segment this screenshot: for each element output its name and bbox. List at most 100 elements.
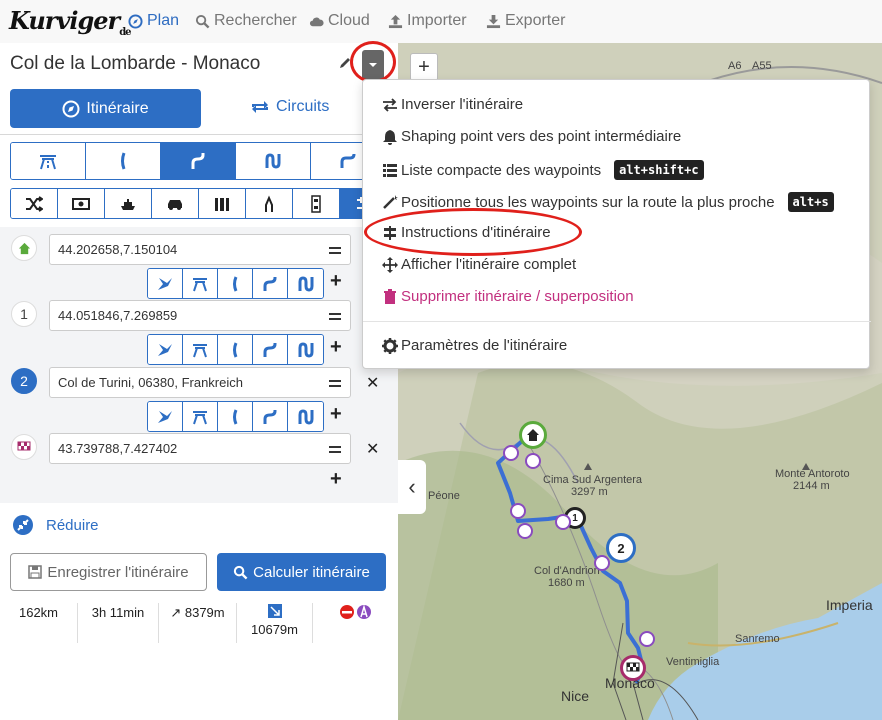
add-waypoint-button[interactable]: + — [330, 403, 342, 426]
menu-delete-route[interactable]: Supprimer itinéraire / superposition — [382, 288, 634, 305]
ferry-icon — [121, 198, 135, 210]
tab-divider — [0, 134, 398, 135]
segment-shaping[interactable] — [148, 402, 183, 431]
road-fork-icon — [265, 194, 273, 212]
curviness-level-2[interactable] — [161, 143, 236, 179]
segment-curviness-selector — [147, 401, 324, 432]
waypoint-number-icon: 2 — [11, 368, 37, 394]
map-label-andrion: Col d'Andrion — [534, 565, 600, 577]
drag-handle-icon[interactable] — [329, 446, 341, 453]
segment-curve-2[interactable] — [253, 335, 288, 364]
swap-arrows-icon — [383, 97, 397, 112]
compass-icon — [62, 100, 80, 117]
avoid-shuffle[interactable] — [11, 189, 58, 218]
map-label-imperia: Imperia — [826, 597, 873, 613]
waypoint-input[interactable]: Col de Turini, 06380, Frankreich — [49, 367, 351, 398]
menu-route-settings[interactable]: Paramètres de l'itinéraire — [382, 337, 567, 354]
home-icon — [527, 429, 539, 441]
stat-warnings — [313, 603, 398, 643]
destination-waypoint-icon — [11, 434, 37, 460]
search-icon — [195, 14, 210, 28]
save-route-button[interactable]: Enregistrer l'itinéraire — [10, 553, 207, 591]
waypoint-marker-2[interactable]: 2 — [606, 533, 636, 563]
drag-handle-icon[interactable] — [329, 247, 341, 254]
avoid-unpaved[interactable] — [246, 189, 293, 218]
curviness-fastest[interactable] — [11, 143, 86, 179]
zoom-in-button[interactable]: + — [410, 53, 438, 81]
waypoint-input[interactable]: 43.739788,7.427402 — [49, 433, 351, 464]
bird-icon — [158, 277, 172, 290]
menu-show-full-route[interactable]: Afficher l'itinéraire complet — [382, 256, 576, 273]
tab-circuits[interactable]: Circuits — [250, 98, 329, 116]
app-logo[interactable]: Kurvigerde — [9, 6, 132, 38]
segment-curve-1[interactable] — [218, 402, 253, 431]
add-waypoint-button[interactable]: + — [330, 270, 342, 293]
waypoint-input[interactable]: 44.202658,7.150104 — [49, 234, 351, 265]
tab-itinerary[interactable]: Itinéraire — [10, 89, 201, 128]
nav-cloud[interactable]: Cloud — [309, 12, 370, 30]
road-curve-icon — [263, 276, 277, 291]
stat-descent: 10679m — [237, 603, 313, 643]
map-label-peone: Péone — [428, 490, 460, 502]
road-winding-icon — [265, 153, 281, 169]
avoid-tunnels[interactable] — [199, 189, 246, 218]
menu-shaping-to-waypoint[interactable]: Shaping point vers des point intermédiai… — [382, 128, 681, 145]
collapse-panel-button[interactable]: ‹ — [398, 460, 426, 514]
destination-marker[interactable] — [620, 655, 646, 681]
segment-curve-3[interactable] — [288, 335, 323, 364]
checkered-flag-icon — [17, 441, 31, 451]
route-title[interactable]: Col de la Lombarde - Monaco — [10, 53, 260, 75]
road-winding-icon — [298, 341, 313, 358]
avoid-car-trains[interactable] — [152, 189, 199, 218]
road-curve-icon — [263, 342, 277, 357]
reduce-button[interactable]: Réduire — [12, 514, 99, 536]
segment-fastest[interactable] — [183, 269, 218, 298]
car-icon — [168, 199, 182, 210]
segment-shaping[interactable] — [148, 335, 183, 364]
drag-handle-icon[interactable] — [329, 313, 341, 320]
road-slight-curve-icon — [121, 152, 126, 170]
top-navbar: Kurvigerde Plan Rechercher Cloud Importe… — [0, 0, 882, 43]
add-waypoint-button[interactable]: + — [330, 336, 342, 359]
segment-fastest[interactable] — [183, 335, 218, 364]
segment-fastest[interactable] — [183, 402, 218, 431]
nav-export[interactable]: Exporter — [486, 12, 565, 30]
avoid-ferries[interactable] — [105, 189, 152, 218]
avoid-tolls[interactable] — [58, 189, 105, 218]
nav-import[interactable]: Importer — [388, 12, 467, 30]
start-marker[interactable] — [519, 421, 547, 449]
add-waypoint-button[interactable]: + — [330, 468, 342, 491]
segment-curve-3[interactable] — [288, 269, 323, 298]
highway-icon — [193, 410, 207, 424]
poi-marker-icon — [525, 453, 541, 469]
road-curve-icon — [263, 409, 277, 424]
cloud-icon — [309, 17, 324, 26]
waypoint-input[interactable]: 44.051846,7.269859 — [49, 300, 351, 331]
avoid-motorways[interactable] — [293, 189, 340, 218]
remove-waypoint-button[interactable]: ✕ — [366, 439, 379, 459]
stat-ascent: ↗ 8379m — [159, 603, 237, 643]
drag-handle-icon[interactable] — [329, 380, 341, 387]
segment-curve-1[interactable] — [218, 335, 253, 364]
segment-curve-2[interactable] — [253, 402, 288, 431]
search-icon — [233, 565, 248, 579]
menu-reverse-route[interactable]: Inverser l'itinéraire — [382, 96, 523, 113]
curviness-level-1[interactable] — [86, 143, 161, 179]
nav-search[interactable]: Rechercher — [195, 12, 297, 30]
download-icon — [486, 14, 501, 28]
nav-plan[interactable]: Plan — [128, 12, 179, 30]
descent-arrow-icon — [267, 604, 282, 618]
compress-icon — [13, 515, 33, 535]
segment-shaping[interactable] — [148, 269, 183, 298]
start-waypoint-icon — [11, 235, 37, 261]
poi-marker-icon — [639, 631, 655, 647]
segment-curve-1[interactable] — [218, 269, 253, 298]
menu-divider — [363, 321, 871, 322]
segment-curve-3[interactable] — [288, 402, 323, 431]
warning-icons — [339, 604, 371, 619]
menu-compact-waypoint-list[interactable]: Liste compacte des waypoints alt+shift+c — [382, 160, 704, 180]
remove-waypoint-button[interactable]: ✕ — [366, 373, 379, 393]
segment-curve-2[interactable] — [253, 269, 288, 298]
calculate-route-button[interactable]: Calculer itinéraire — [217, 553, 386, 591]
curviness-level-3[interactable] — [236, 143, 311, 179]
